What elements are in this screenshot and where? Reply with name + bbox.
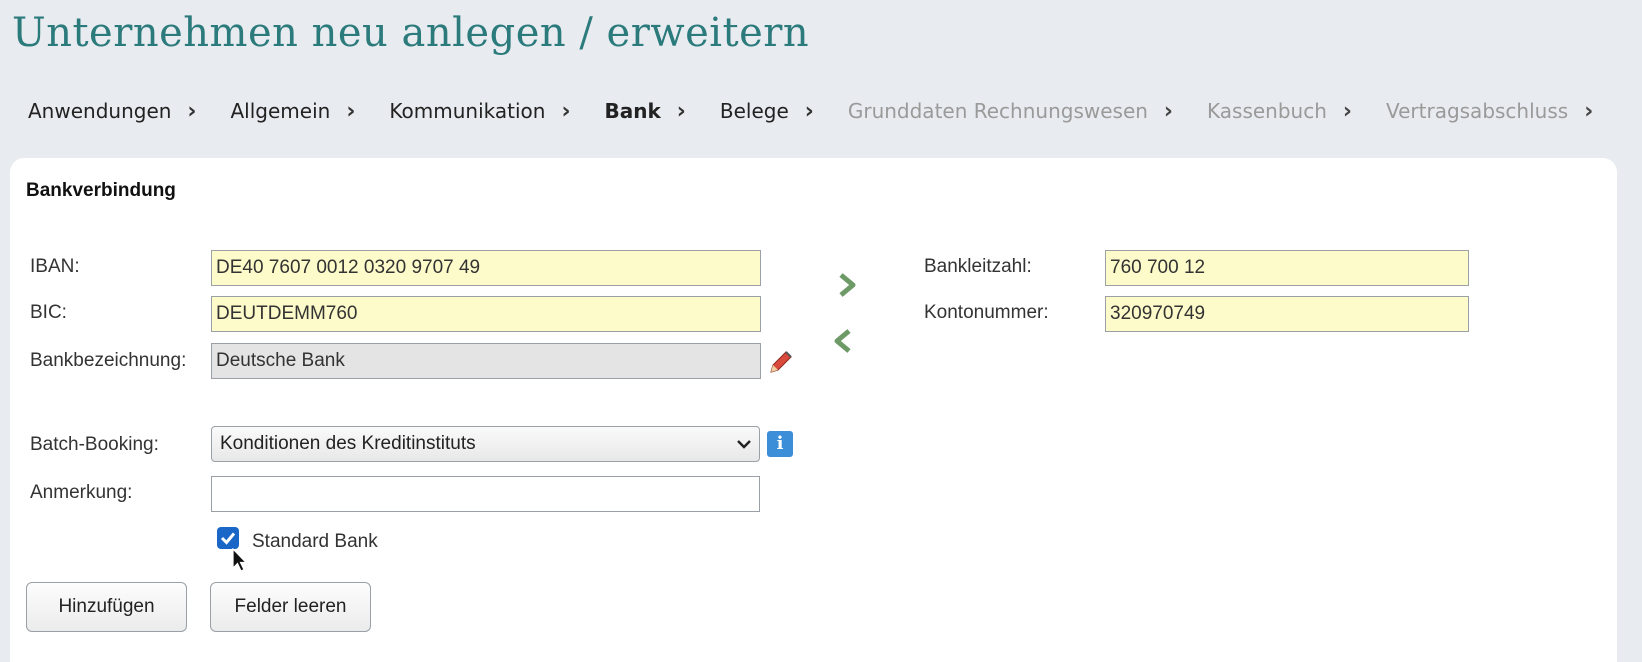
bic-field[interactable]: DEUTDEMM760 <box>211 296 761 332</box>
wizard-step-bank[interactable]: Bank › <box>605 99 686 124</box>
wizard-step-belege[interactable]: Belege › <box>720 99 814 124</box>
batch-booking-select[interactable]: Konditionen des Kreditinstituts <box>211 426 760 462</box>
wizard-step-kassenbuch: Kassenbuch › <box>1207 99 1352 124</box>
anmerkung-label: Anmerkung: <box>30 482 133 503</box>
blz-label: Bankleitzahl: <box>924 256 1032 277</box>
bankname-field: Deutsche Bank <box>211 343 761 379</box>
wizard-step-allgemein[interactable]: Allgemein › <box>231 99 356 124</box>
chevron-right-icon: › <box>346 98 356 124</box>
bankname-label: Bankbezeichnung: <box>30 350 187 371</box>
batch-booking-label: Batch-Booking: <box>30 434 159 455</box>
wizard-steps: Anwendungen › Allgemein › Kommunikation … <box>28 96 1593 126</box>
clear-fields-button[interactable]: Felder leeren <box>210 582 371 632</box>
wizard-step-label: Kassenbuch <box>1207 99 1327 123</box>
anmerkung-field[interactable] <box>211 476 760 512</box>
standard-bank-checkbox[interactable] <box>217 527 239 549</box>
wizard-step-label: Bank <box>604 99 661 123</box>
wizard-step-anwendungen[interactable]: Anwendungen › <box>28 99 197 124</box>
wizard-step-label: Anwendungen <box>28 99 172 123</box>
wizard-step-label: Allgemein <box>230 99 331 123</box>
chevron-right-icon: › <box>561 98 571 124</box>
pencil-icon[interactable] <box>767 348 795 376</box>
chevron-down-icon <box>737 440 751 449</box>
wizard-step-label: Grunddaten Rechnungswesen <box>847 99 1148 123</box>
wizard-step-vertragsabschluss: Vertragsabschluss › <box>1386 99 1593 124</box>
chevron-right-icon: › <box>1163 98 1173 124</box>
wizard-step-label: Kommunikation <box>389 99 546 123</box>
chevron-right-icon: › <box>676 98 686 124</box>
blz-field[interactable]: 760 700 12 <box>1105 250 1469 286</box>
add-bank-button[interactable]: Hinzufügen <box>26 582 187 632</box>
wizard-step-label: Vertragsabschluss <box>1385 99 1569 123</box>
chevron-right-icon: › <box>187 98 197 124</box>
chevron-right-icon: › <box>1342 98 1352 124</box>
bic-label: BIC: <box>30 302 67 323</box>
wizard-step-label: Belege <box>719 99 789 123</box>
mouse-cursor-icon <box>232 548 248 572</box>
iban-label: IBAN: <box>30 256 80 277</box>
wizard-step-grunddaten: Grunddaten Rechnungswesen › <box>848 99 1173 124</box>
chevron-right-icon: › <box>804 98 814 124</box>
konto-label: Kontonummer: <box>924 302 1049 323</box>
wizard-step-kommunikation[interactable]: Kommunikation › <box>389 99 570 124</box>
batch-booking-value: Konditionen des Kreditinstituts <box>220 433 476 454</box>
konto-field[interactable]: 320970749 <box>1105 296 1469 332</box>
section-title: Bankverbindung <box>26 180 176 201</box>
chevron-right-icon: › <box>1584 98 1594 124</box>
info-icon[interactable]: i <box>767 431 793 457</box>
chevron-left-icon[interactable] <box>834 328 852 354</box>
iban-field[interactable]: DE40 7607 0012 0320 9707 49 <box>211 250 761 286</box>
standard-bank-label: Standard Bank <box>252 531 378 552</box>
checkmark-icon <box>220 532 236 545</box>
chevron-right-icon[interactable] <box>838 272 856 298</box>
page-title: Unternehmen neu anlegen / erweitern <box>12 10 810 56</box>
